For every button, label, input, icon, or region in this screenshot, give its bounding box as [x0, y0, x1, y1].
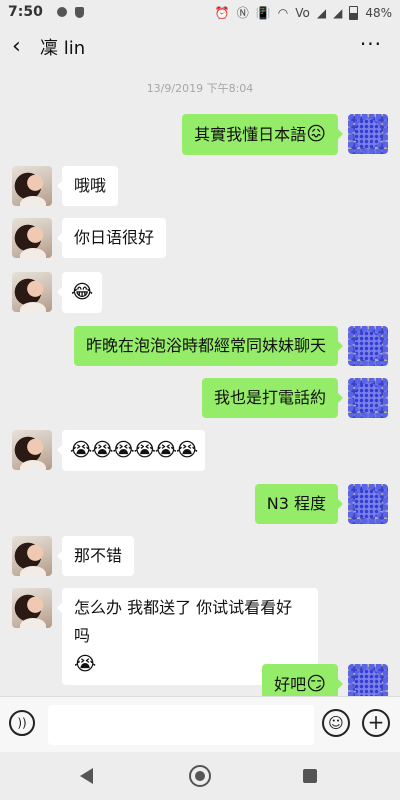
message-text: 那不错 — [74, 546, 123, 565]
shield-icon — [74, 6, 84, 18]
chat-header: ‹ 凜 lin ··· — [0, 24, 400, 70]
message-input[interactable] — [48, 705, 314, 745]
alarm-icon: ⏰ — [214, 5, 230, 20]
crying-emoji-icon: 😭 — [74, 653, 97, 675]
message-bubble-incoming[interactable]: 你日语很好 — [56, 218, 167, 258]
contact-avatar[interactable] — [12, 430, 52, 470]
my-avatar[interactable] — [348, 326, 388, 366]
status-time: 7:50 — [8, 4, 43, 20]
my-avatar[interactable] — [348, 114, 388, 154]
plus-icon[interactable]: + — [362, 709, 390, 737]
message-text: 昨晚在泡泡浴時都經常同妹妹聊天 — [85, 336, 326, 355]
message-text: 怎么办 我都送了 你试试看看好吗 — [74, 598, 293, 645]
nav-home-icon[interactable] — [189, 765, 211, 787]
contact-avatar[interactable] — [12, 166, 52, 206]
message-bubble-outgoing[interactable]: 其實我懂日本語😖 — [182, 114, 343, 155]
contact-avatar[interactable] — [12, 272, 52, 312]
tears-of-joy-emoji-icon: 😂 — [71, 281, 94, 303]
battery-icon — [349, 5, 359, 20]
chat-title: 凜 lin — [40, 38, 86, 59]
message-timestamp: 13/9/2019 下午8:04 — [146, 82, 254, 95]
message-text: 你日语很好 — [74, 228, 155, 247]
contact-avatar[interactable] — [12, 536, 52, 576]
contact-avatar[interactable] — [12, 588, 52, 628]
message-bubble-incoming[interactable]: 哦哦 — [56, 166, 119, 206]
message-text: 其實我懂日本語 — [194, 125, 307, 144]
message-bubble-incoming[interactable]: 😭😭😭😭😭😭 — [56, 430, 206, 471]
emoji-icon[interactable]: ☺ — [322, 709, 350, 737]
battery-percent: 48% — [365, 5, 392, 20]
contact-avatar[interactable] — [12, 218, 52, 258]
signal-icon: ◢ — [316, 5, 327, 20]
message-bubble-outgoing[interactable]: N3 程度 — [254, 484, 344, 524]
message-input-bar: )) ☺ + — [0, 696, 400, 753]
nfc-icon: Ⓝ — [236, 6, 249, 20]
my-avatar[interactable] — [348, 378, 388, 418]
message-text: 好吧 — [274, 675, 307, 694]
back-chevron-icon[interactable]: ‹ — [12, 36, 30, 58]
wifi-icon: ◠ — [277, 5, 289, 20]
smirk-emoji-icon: 😏 — [306, 673, 326, 695]
message-text: N3 程度 — [266, 494, 326, 513]
message-text: 哦哦 — [74, 176, 107, 195]
vibrate-icon: 📳 — [255, 5, 271, 20]
status-bar: 7:50 ⏰ Ⓝ 📳 ◠ Vo ◢ ◢ 48% — [0, 0, 400, 24]
confounded-emoji-icon: 😖 — [306, 123, 326, 145]
my-avatar[interactable] — [348, 484, 388, 524]
message-bubble-outgoing[interactable]: 我也是打電話約 — [201, 378, 344, 418]
message-text: 我也是打電話約 — [213, 388, 326, 407]
nav-recents-icon[interactable] — [303, 769, 317, 783]
message-bubble-outgoing[interactable]: 昨晚在泡泡浴時都經常同妹妹聊天 — [73, 326, 344, 366]
notification-dot-icon — [56, 7, 67, 17]
more-options-icon[interactable]: ··· — [360, 34, 382, 54]
system-nav-bar — [0, 752, 400, 800]
signal-icon-2: ◢ — [333, 5, 343, 20]
status-icons: ⏰ Ⓝ 📳 ◠ Vo ◢ ◢ 48% — [215, 4, 392, 21]
nav-back-icon[interactable] — [80, 768, 93, 784]
message-bubble-incoming[interactable]: 😂 — [56, 272, 103, 313]
voice-icon[interactable]: )) — [9, 710, 35, 736]
crying-emoji-icon: 😭😭😭😭😭😭 — [70, 439, 198, 461]
volte-label: Vo — [295, 5, 310, 20]
message-bubble-incoming[interactable]: 那不错 — [56, 536, 135, 576]
